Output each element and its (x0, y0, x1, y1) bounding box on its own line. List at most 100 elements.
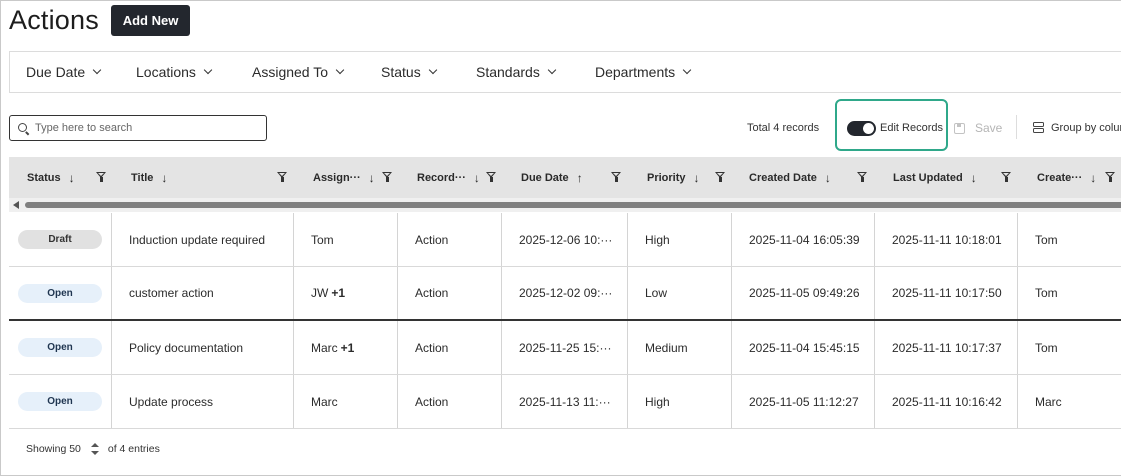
chevron-down-icon (335, 65, 345, 75)
scrollbar-thumb[interactable] (25, 202, 1121, 208)
filter-locations[interactable]: Locations (136, 64, 213, 80)
pagination-footer: Showing 50 of 4 entries (26, 443, 160, 455)
column-header-assignee[interactable]: Assign··· ↓ (313, 157, 375, 198)
filter-bar: Due Date Locations Assigned To Status St… (9, 51, 1121, 93)
creator-cell[interactable]: Tom (1018, 213, 1121, 266)
page-size-label: Showing 50 (26, 443, 81, 455)
sort-icon[interactable]: ↑ (577, 171, 583, 185)
priority-cell[interactable]: Low (628, 267, 732, 319)
column-header-last-updated[interactable]: Last Updated ↓ (893, 157, 977, 198)
filter-icon[interactable] (611, 172, 622, 183)
status-badge: Open (18, 392, 102, 411)
due-date-cell[interactable]: 2025-11-13 11:··· (502, 375, 628, 428)
edit-records-toggle[interactable] (847, 121, 876, 136)
created-date-cell[interactable]: 2025-11-05 09:49:26 (732, 267, 875, 319)
assignee-cell[interactable]: Marc +1 (294, 321, 398, 374)
page-title: Actions (9, 5, 99, 35)
due-date-cell[interactable]: 2025-11-25 15:··· (502, 321, 628, 374)
due-date-cell[interactable]: 2025-12-02 09:··· (502, 267, 628, 319)
sort-icon[interactable]: ↓ (1090, 171, 1096, 185)
table-body: Draft Induction update required Tom Acti… (9, 213, 1121, 429)
assignee-cell[interactable]: JW +1 (294, 267, 398, 319)
creator-cell[interactable]: Tom (1018, 321, 1121, 374)
filter-icon[interactable] (1105, 172, 1116, 183)
creator-cell[interactable]: Marc (1018, 375, 1121, 428)
priority-cell[interactable]: Medium (628, 321, 732, 374)
priority-cell[interactable]: High (628, 375, 732, 428)
status-cell: Draft (9, 213, 112, 266)
table-row[interactable]: Open Policy documentation Marc +1 Action … (9, 321, 1121, 375)
filter-departments[interactable]: Departments (595, 64, 692, 80)
filter-icon[interactable] (1001, 172, 1012, 183)
save-button[interactable]: Save (954, 121, 1002, 135)
status-cell: Open (9, 375, 112, 428)
filter-standards[interactable]: Standards (476, 64, 557, 80)
creator-cell[interactable]: Tom (1018, 267, 1121, 319)
record-type-cell[interactable]: Action (398, 375, 502, 428)
title-cell[interactable]: customer action (112, 267, 294, 319)
filter-icon[interactable] (96, 172, 107, 183)
last-updated-cell[interactable]: 2025-11-11 10:17:50 (875, 267, 1018, 319)
sort-icon[interactable]: ↓ (971, 171, 977, 185)
status-cell: Open (9, 321, 112, 374)
table-row[interactable]: Draft Induction update required Tom Acti… (9, 213, 1121, 267)
total-records: Total 4 records (747, 122, 820, 134)
sort-icon[interactable]: ↓ (474, 171, 480, 185)
sort-icon[interactable]: ↓ (825, 171, 831, 185)
status-badge: Draft (18, 230, 102, 249)
last-updated-cell[interactable]: 2025-11-11 10:18:01 (875, 213, 1018, 266)
created-date-cell[interactable]: 2025-11-05 11:12:27 (732, 375, 875, 428)
sort-icon[interactable]: ↓ (369, 171, 375, 185)
search-input[interactable] (35, 122, 245, 134)
filter-icon[interactable] (277, 172, 288, 183)
entries-count: of 4 entries (107, 443, 160, 455)
record-type-cell[interactable]: Action (398, 321, 502, 374)
sort-icon[interactable]: ↓ (161, 171, 167, 185)
title-cell[interactable]: Policy documentation (112, 321, 294, 374)
record-type-cell[interactable]: Action (398, 213, 502, 266)
group-icon (1033, 122, 1044, 134)
column-header-due-date[interactable]: Due Date ↑ (521, 157, 583, 198)
add-new-button[interactable]: Add New (111, 5, 190, 36)
scroll-left-icon[interactable] (13, 201, 19, 209)
table-row[interactable]: Open customer action JW +1 Action 2025-12… (9, 267, 1121, 321)
column-header-status[interactable]: Status ↓ (27, 157, 75, 198)
title-cell[interactable]: Update process (112, 375, 294, 428)
created-date-cell[interactable]: 2025-11-04 16:05:39 (732, 213, 875, 266)
column-header-creator[interactable]: Create··· ↓ (1037, 157, 1096, 198)
column-header-record[interactable]: Record··· ↓ (417, 157, 480, 198)
column-header-priority[interactable]: Priority ↓ (647, 157, 700, 198)
toolbar-divider (1016, 115, 1017, 139)
horizontal-scrollbar[interactable] (9, 198, 1121, 212)
last-updated-cell[interactable]: 2025-11-11 10:17:37 (875, 321, 1018, 374)
chevron-down-icon (92, 65, 102, 75)
record-type-cell[interactable]: Action (398, 267, 502, 319)
filter-assigned-to[interactable]: Assigned To (252, 64, 345, 80)
search-box (9, 115, 267, 141)
group-by-column-button[interactable]: Group by column (1033, 122, 1121, 134)
filter-icon[interactable] (857, 172, 868, 183)
table-row[interactable]: Open Update process Marc Action 2025-11-… (9, 375, 1121, 429)
chevron-down-icon (428, 65, 437, 75)
edit-records-label: Edit Records (880, 122, 943, 134)
due-date-cell[interactable]: 2025-12-06 10:··· (502, 213, 628, 266)
last-updated-cell[interactable]: 2025-11-11 10:16:42 (875, 375, 1018, 428)
sort-icon[interactable]: ↓ (694, 171, 700, 185)
status-badge: Open (18, 338, 102, 357)
filter-icon[interactable] (715, 172, 726, 183)
assignee-cell[interactable]: Tom (294, 213, 398, 266)
priority-cell[interactable]: High (628, 213, 732, 266)
filter-due-date[interactable]: Due Date (26, 64, 102, 80)
sort-icon[interactable]: ↓ (69, 171, 75, 185)
table-header: Status ↓ Title ↓ Assign··· ↓ Record··· ↓ Due… (9, 157, 1121, 198)
chevron-down-icon (682, 65, 692, 75)
filter-icon[interactable] (382, 172, 393, 183)
assignee-cell[interactable]: Marc (294, 375, 398, 428)
page-size-stepper-icon[interactable] (90, 443, 99, 455)
created-date-cell[interactable]: 2025-11-04 15:45:15 (732, 321, 875, 374)
filter-status[interactable]: Status (381, 64, 437, 80)
column-header-created-date[interactable]: Created Date ↓ (749, 157, 831, 198)
title-cell[interactable]: Induction update required (112, 213, 294, 266)
column-header-title[interactable]: Title ↓ (131, 157, 167, 198)
filter-icon[interactable] (486, 172, 497, 183)
